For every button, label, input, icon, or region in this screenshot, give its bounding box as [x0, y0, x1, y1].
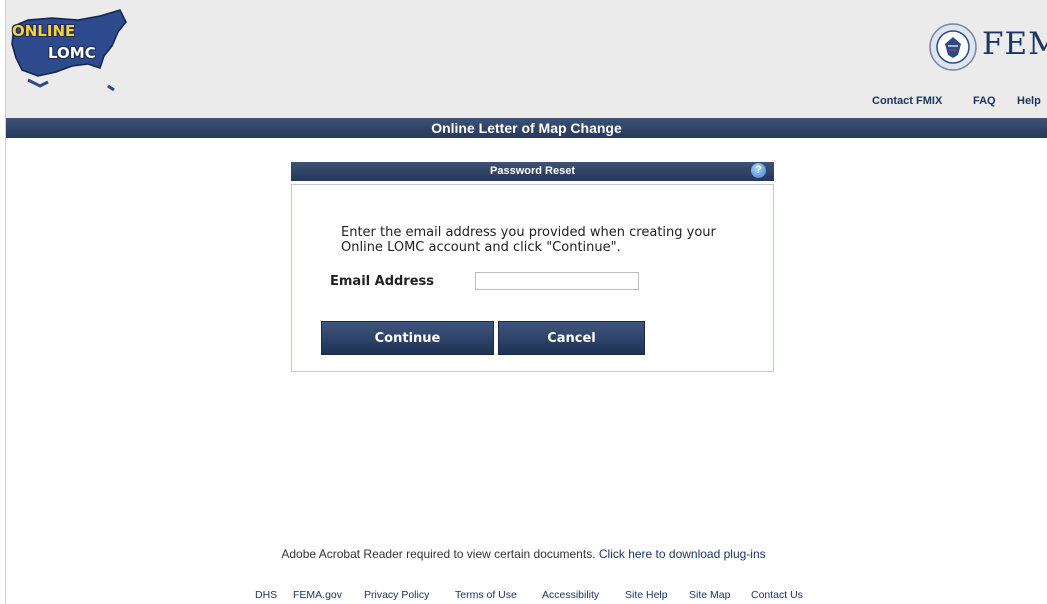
footer-link-site-help[interactable]: Site Help: [625, 589, 668, 601]
footer-link-terms[interactable]: Terms of Use: [455, 589, 517, 601]
footer-link-site-map[interactable]: Site Map: [689, 589, 730, 601]
footer-link-accessibility[interactable]: Accessibility: [542, 589, 599, 601]
download-plugins-link[interactable]: Click here to download plug-ins: [599, 547, 766, 561]
password-reset-form: Enter the email address you provided whe…: [291, 184, 774, 372]
online-lomc-logo[interactable]: ONLINE LOMC: [8, 6, 138, 92]
footer-link-fema[interactable]: FEMA.gov: [293, 589, 342, 601]
panel-title: Password Reset: [490, 165, 575, 177]
footer-link-contact[interactable]: Contact Us: [751, 589, 803, 601]
help-icon[interactable]: ?: [751, 163, 766, 178]
header-links: Contact FMIX FAQ Help: [6, 95, 1047, 109]
footer-link-privacy[interactable]: Privacy Policy: [364, 589, 429, 601]
instructions-text: Enter the email address you provided whe…: [341, 225, 716, 255]
email-input[interactable]: [475, 272, 639, 290]
acrobat-notice: Adobe Acrobat Reader required to view ce…: [0, 547, 1047, 561]
continue-button[interactable]: Continue: [321, 321, 494, 355]
site-header: ONLINE LOMC FEMA Contact FMIX FAQ Help: [6, 0, 1047, 118]
password-reset-header: Password Reset ?: [291, 162, 774, 181]
acrobat-text: Adobe Acrobat Reader required to view ce…: [281, 547, 596, 561]
cancel-button[interactable]: Cancel: [498, 321, 645, 355]
contact-fmix-link[interactable]: Contact FMIX: [872, 95, 942, 107]
page-title-bar: Online Letter of Map Change: [6, 118, 1047, 138]
logo-text-line2: LOMC: [48, 44, 96, 62]
email-label: Email Address: [330, 274, 435, 289]
footer-links: DHS FEMA.gov Privacy Policy Terms of Use…: [0, 589, 1047, 603]
dhs-seal-icon: [928, 22, 978, 72]
faq-link[interactable]: FAQ: [973, 95, 996, 107]
fema-wordmark[interactable]: FEMA: [982, 26, 1047, 62]
logo-text-line1: ONLINE: [12, 22, 76, 40]
help-link[interactable]: Help: [1017, 95, 1041, 107]
footer-link-dhs[interactable]: DHS: [255, 589, 277, 601]
